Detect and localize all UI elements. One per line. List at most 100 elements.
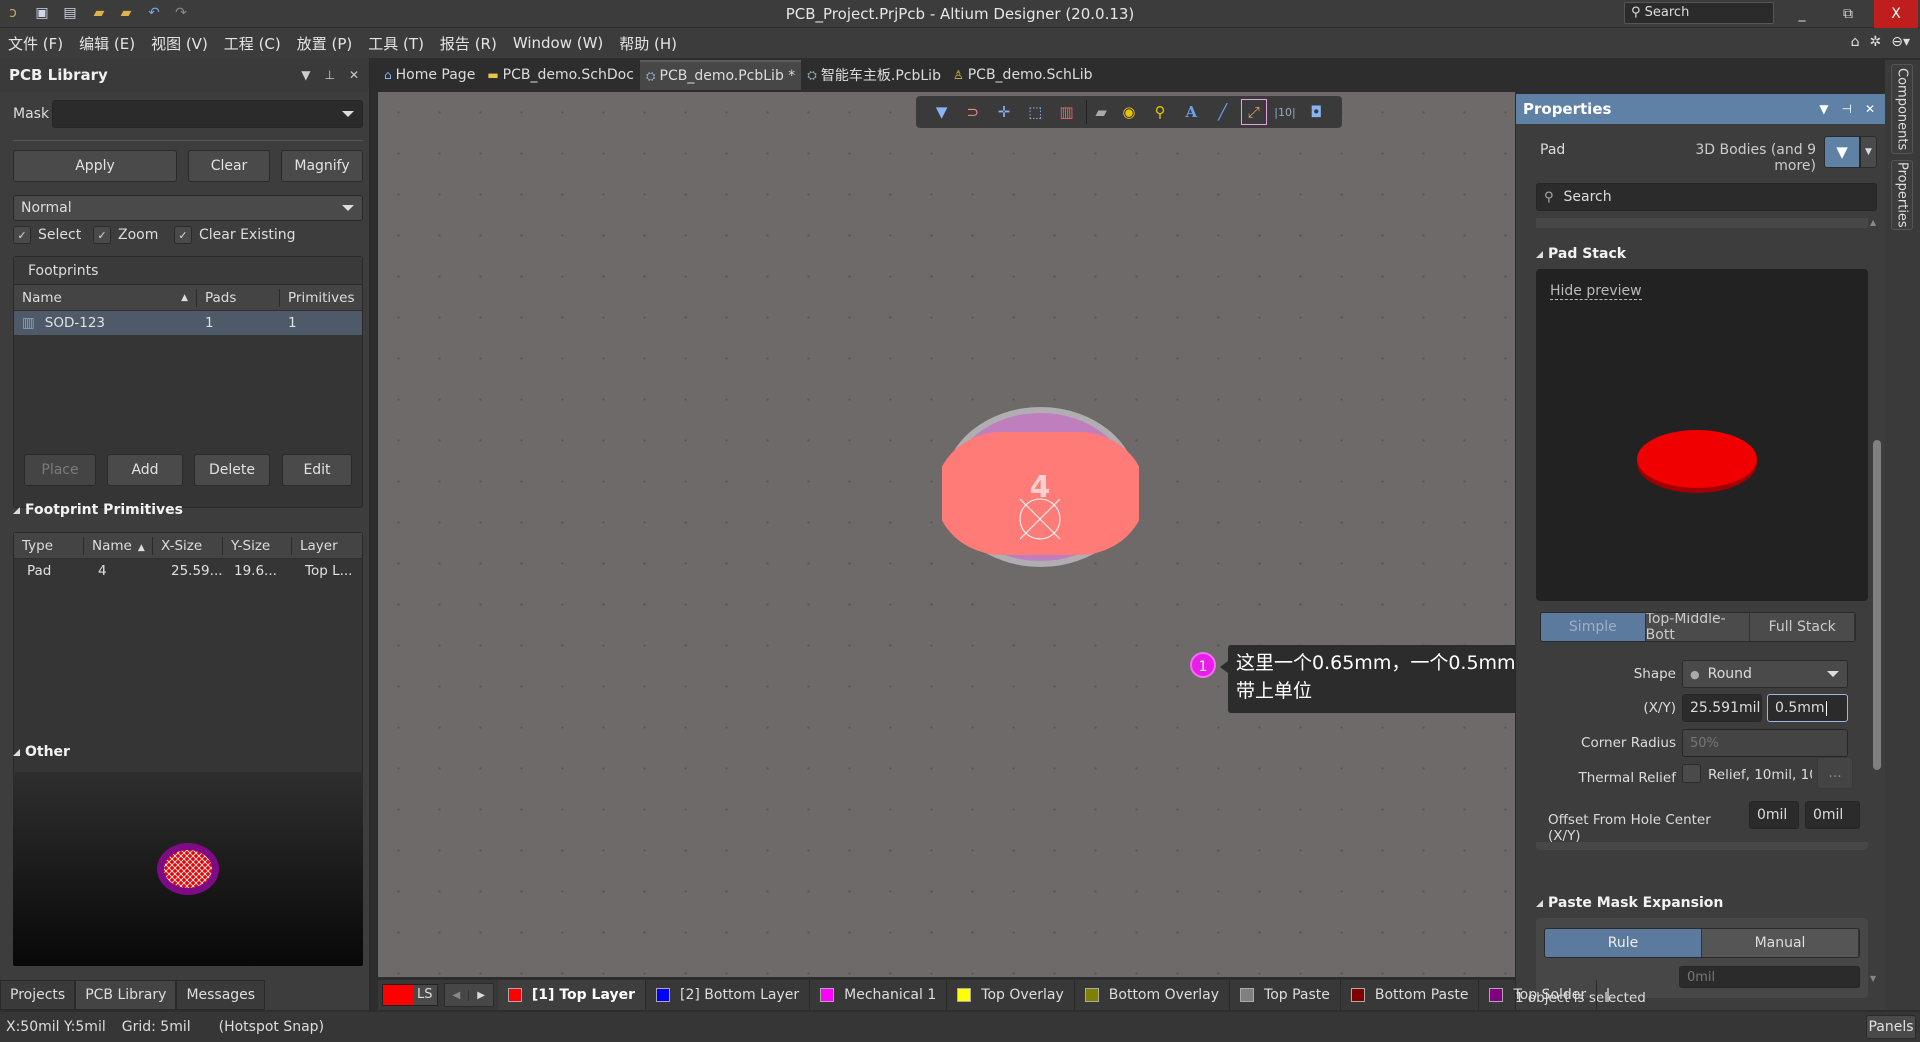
tab-schdoc[interactable]: ▬ PCB_demo.SchDoc xyxy=(481,60,640,90)
filter-dropdown-button[interactable]: ▼ xyxy=(1860,136,1877,168)
redo-icon[interactable]: ↷ xyxy=(172,4,190,22)
column-x-size[interactable]: X-Size xyxy=(153,536,223,555)
properties-scrollbar-thumb[interactable] xyxy=(1873,440,1881,770)
place-button[interactable]: Place xyxy=(24,454,96,486)
altium-logo-icon[interactable]: ↄ xyxy=(4,4,22,22)
clear-existing-checkbox[interactable]: ✓ Clear Existing xyxy=(174,226,296,244)
interactive-route-icon[interactable]: ⤢ xyxy=(1240,99,1267,125)
layer-tab-top-overlay[interactable]: Top Overlay xyxy=(947,980,1075,1010)
scroll-right-icon[interactable]: ▶ xyxy=(468,989,493,1001)
layer-tab-top-paste[interactable]: Top Paste xyxy=(1230,980,1341,1010)
via-icon[interactable]: ⚲ xyxy=(1148,100,1172,124)
line-icon[interactable]: ╱ xyxy=(1211,100,1235,124)
panel-menu-icon[interactable]: ▼ xyxy=(301,68,310,82)
stack-mode-simple[interactable]: Simple xyxy=(1541,613,1646,641)
dimension-icon[interactable]: |10| xyxy=(1273,100,1297,124)
tab-pcb-library[interactable]: PCB Library xyxy=(75,980,177,1010)
mode-select[interactable]: Normal xyxy=(13,195,363,221)
layer-set-button[interactable]: LS xyxy=(382,984,438,1006)
paste-mask-header[interactable]: Paste Mask Expansion xyxy=(1536,895,1723,911)
save-all-icon[interactable]: ▤ xyxy=(61,4,79,22)
filter-button[interactable]: ▼ xyxy=(1824,136,1860,168)
region-icon[interactable]: ◘ xyxy=(1304,100,1328,124)
panels-button[interactable]: Panels xyxy=(1866,1015,1916,1039)
column-type[interactable]: Type xyxy=(14,536,84,555)
offset-x-input[interactable]: 0mil xyxy=(1749,801,1799,829)
pad-icon[interactable]: ◉ xyxy=(1117,100,1141,124)
tab-projects[interactable]: Projects xyxy=(0,980,76,1010)
layer-tab-top-solder[interactable]: Top Solder xyxy=(1479,980,1598,1010)
size-y-input[interactable]: 0.5mm xyxy=(1767,694,1848,722)
user-icon[interactable]: ⊖▾ xyxy=(1891,34,1910,50)
menu-reports[interactable]: 报告 (R) xyxy=(440,33,497,54)
menu-place[interactable]: 放置 (P) xyxy=(297,33,353,54)
menu-tools[interactable]: 工具 (T) xyxy=(368,33,424,54)
table-row[interactable]: Pad 4 25.59... 19.6... Top L... xyxy=(14,559,362,583)
undo-icon[interactable]: ↶ xyxy=(145,4,163,22)
panel-menu-icon[interactable]: ▼ xyxy=(1819,102,1828,116)
column-layer[interactable]: Layer xyxy=(292,537,362,555)
pin-icon[interactable]: ⊣ xyxy=(1841,102,1851,116)
tab-pcblib-active[interactable]: ⛭ PCB_demo.PcbLib * xyxy=(639,60,802,90)
corner-radius-input[interactable]: 50% xyxy=(1682,729,1848,757)
side-tab-properties[interactable]: Properties xyxy=(1891,160,1913,230)
shape-select[interactable]: ● Round xyxy=(1682,660,1848,688)
home-icon[interactable]: ⌂ xyxy=(1851,34,1860,50)
stack-mode-full-stack[interactable]: Full Stack xyxy=(1750,613,1855,641)
column-name[interactable]: Name ▲ xyxy=(14,288,197,307)
size-x-input[interactable]: 25.591mil xyxy=(1682,694,1762,722)
global-search-input[interactable]: ⚲ Search xyxy=(1624,2,1774,24)
apply-button[interactable]: Apply xyxy=(13,150,177,182)
scroll-up-icon[interactable]: ▲ xyxy=(1870,218,1876,227)
thermal-relief-checkbox[interactable] xyxy=(1682,764,1701,783)
close-icon[interactable]: ✕ xyxy=(349,68,359,82)
pad-graphic[interactable]: 4 xyxy=(942,405,1139,569)
gear-icon[interactable]: ✲ xyxy=(1870,34,1882,50)
delete-button[interactable]: Delete xyxy=(194,454,270,486)
pad-stack-header[interactable]: Pad Stack xyxy=(1536,246,1626,262)
offset-y-input[interactable]: 0mil xyxy=(1805,801,1860,829)
column-name[interactable]: Name ▲ xyxy=(84,536,153,555)
scroll-down-icon[interactable]: ▼ xyxy=(1870,974,1876,983)
properties-search-input[interactable]: ⚲ Search xyxy=(1536,183,1877,211)
open-icon[interactable]: ▰ xyxy=(90,4,108,22)
close-button[interactable]: X xyxy=(1874,0,1918,28)
menu-project[interactable]: 工程 (C) xyxy=(224,33,281,54)
layer-tab-top-layer[interactable]: [1] Top Layer xyxy=(497,980,646,1010)
paste-mode-manual[interactable]: Manual xyxy=(1702,929,1859,957)
column-y-size[interactable]: Y-Size xyxy=(223,536,292,555)
tab-schlib[interactable]: ♙ PCB_demo.SchLib xyxy=(947,60,1099,90)
add-button[interactable]: Add xyxy=(107,454,183,486)
menu-edit[interactable]: 编辑 (E) xyxy=(79,33,135,54)
minimize-button[interactable]: _ xyxy=(1780,0,1824,28)
text-icon[interactable]: A xyxy=(1179,100,1203,124)
menu-view[interactable]: 视图 (V) xyxy=(151,33,208,54)
restore-button[interactable]: ⧉ xyxy=(1826,0,1870,28)
layer-tab-bottom-layer[interactable]: [2] Bottom Layer xyxy=(646,980,811,1010)
open-project-icon[interactable]: ▰ xyxy=(117,4,135,22)
other-header[interactable]: Other xyxy=(13,744,70,760)
layer-tab-bottom-overlay[interactable]: Bottom Overlay xyxy=(1075,980,1231,1010)
align-icon[interactable]: ▥ xyxy=(1054,100,1078,124)
footprint-primitives-header[interactable]: Footprint Primitives xyxy=(13,502,183,518)
hide-preview-link[interactable]: Hide preview xyxy=(1550,283,1642,300)
component-icon[interactable]: ▰ xyxy=(1085,100,1110,124)
pin-icon[interactable]: ⊥ xyxy=(324,68,334,82)
filter-summary[interactable]: 3D Bodies (and 9 more) xyxy=(1666,142,1816,174)
side-tab-components[interactable]: Components xyxy=(1891,64,1913,154)
table-row[interactable]: ▥ SOD-123 1 1 xyxy=(14,311,362,335)
edit-button[interactable]: Edit xyxy=(282,454,352,486)
route-icon[interactable]: ⊃ xyxy=(961,100,985,124)
column-pads[interactable]: Pads xyxy=(197,288,280,307)
mask-input[interactable] xyxy=(52,100,363,128)
paste-mode-rule[interactable]: Rule xyxy=(1545,929,1702,957)
magnify-button[interactable]: Magnify xyxy=(281,150,363,182)
thermal-relief-more-button[interactable]: ... xyxy=(1817,757,1853,789)
layer-tab-mechanical-1[interactable]: Mechanical 1 xyxy=(810,980,948,1010)
zoom-checkbox[interactable]: ✓ Zoom xyxy=(93,226,158,244)
crosshair-icon[interactable]: ✛ xyxy=(992,100,1016,124)
column-primitives[interactable]: Primitives xyxy=(280,289,362,307)
clear-button[interactable]: Clear xyxy=(188,150,270,182)
tab-pcblib-2[interactable]: ⛭ 智能车主板.PcbLib xyxy=(801,60,947,90)
filter-icon[interactable]: ▼ xyxy=(930,100,954,124)
